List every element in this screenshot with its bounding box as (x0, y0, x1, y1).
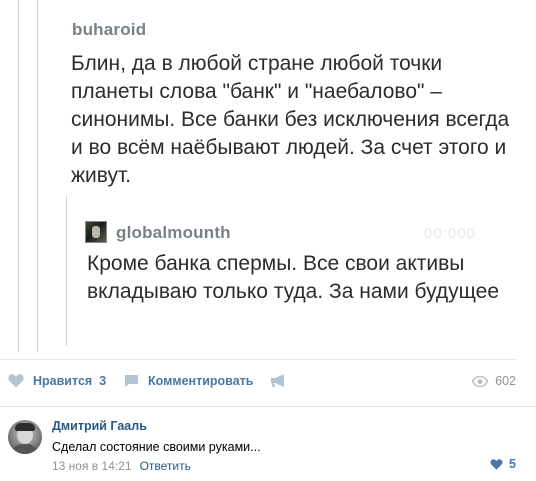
share-button[interactable] (270, 374, 296, 388)
like-label: Нравится (33, 374, 93, 388)
comment-text: Сделал состояние своими руками... (52, 440, 261, 454)
views-counter: 602 (472, 374, 516, 388)
comment-meta: 13 ноя в 14:21 Ответить (52, 459, 191, 473)
avatar[interactable] (8, 420, 42, 454)
post-username: buharoid (72, 20, 147, 39)
comment-button[interactable]: Комментировать (124, 374, 253, 388)
post-actions: Нравится 3 Комментировать 602 (0, 362, 536, 404)
comment-author[interactable]: Дмитрий Гааль (52, 419, 147, 433)
megaphone-icon (271, 374, 284, 387)
like-button[interactable]: Нравится 3 (8, 374, 106, 388)
quote-rule (18, 0, 19, 352)
faded-timestamp: 00:000 (424, 225, 476, 242)
reply-link[interactable]: Ответить (140, 459, 191, 473)
heart-icon (8, 374, 24, 388)
quote-rule (37, 0, 38, 352)
reblog-text: Кроме банка спермы. Все свои активы вкла… (87, 252, 500, 303)
views-count: 602 (495, 374, 516, 388)
divider (0, 359, 516, 360)
comment: Дмитрий Гааль Сделал состояние своими ру… (0, 407, 536, 481)
comment-like-button[interactable]: 5 (490, 457, 516, 471)
comment-icon (125, 375, 138, 387)
comment-label: Комментировать (148, 374, 254, 388)
reblog-avatar (85, 221, 107, 243)
eye-icon (472, 375, 489, 387)
like-count: 3 (99, 374, 107, 388)
reblog-username: globalmounth (116, 223, 231, 242)
heart-icon (490, 458, 503, 470)
comment-like-count: 5 (509, 457, 516, 471)
post-text: Блин, да в любой стране любой точки план… (71, 52, 510, 187)
comment-date[interactable]: 13 ноя в 14:21 (52, 459, 132, 473)
quote-rule (66, 196, 67, 346)
post-screenshot: buharoid Блин, да в любой стране любой т… (0, 0, 536, 352)
